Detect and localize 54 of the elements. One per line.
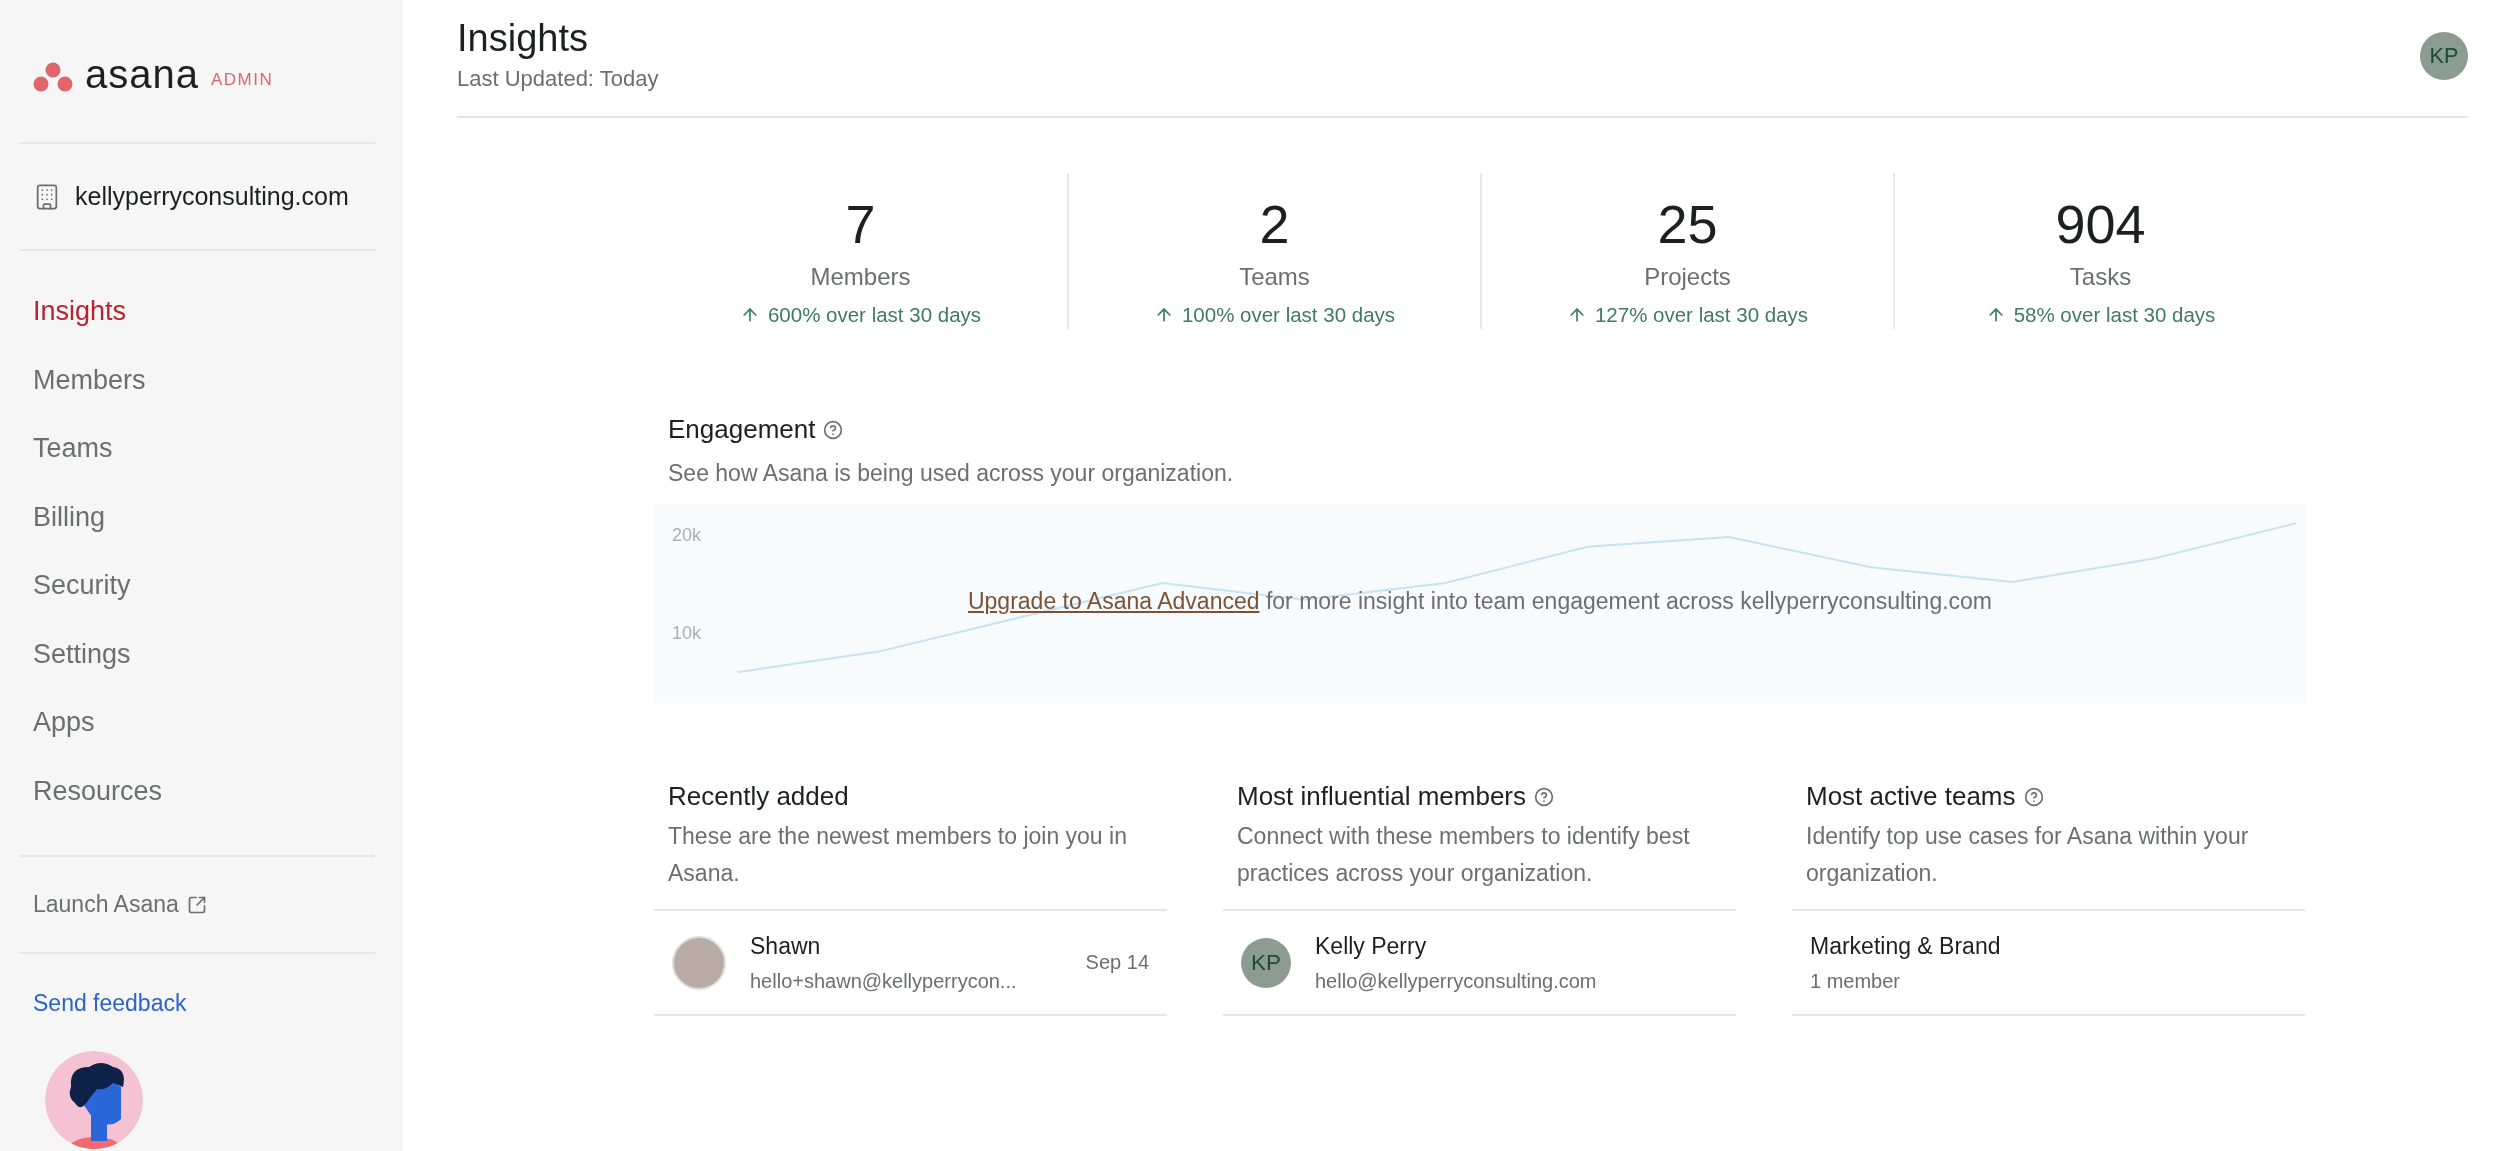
upgrade-message: Upgrade to Asana Advanced for more insight into team engagement across kellyperryconsulting.com: [966, 588, 1994, 615]
section-description: Identify top use cases for Asana within your organization.: [1806, 822, 2250, 888]
external-link-icon: [186, 894, 207, 915]
avatar-photo-placeholder: [672, 935, 726, 990]
stat-value: 904: [2055, 193, 2146, 255]
row-detail: 1 member: [1810, 969, 1902, 993]
section-title: Most influential members: [1237, 781, 1526, 812]
row-name: Marketing & Brand: [1810, 932, 2002, 960]
row-name: Shawn: [750, 932, 822, 960]
row-detail: hello@kellyperryconsulting.com: [1315, 969, 1598, 993]
nav-item[interactable]: Billing: [33, 482, 106, 551]
section-title: Recently added: [668, 781, 849, 812]
nav-item[interactable]: Apps: [33, 688, 95, 757]
user-avatar[interactable]: KP: [2420, 32, 2468, 80]
stat-change: 100% over last 30 days: [1181, 303, 1396, 327]
axis-label: 20k: [672, 525, 702, 545]
stat-value: 7: [845, 193, 876, 255]
stat-value: 25: [1657, 193, 1718, 255]
logo-text: asana: [85, 56, 199, 92]
upgrade-link[interactable]: Upgrade to Asana Advanced: [967, 588, 1260, 614]
section-description: These are the newest members to join you in Asana.: [668, 822, 1128, 888]
stat-change: 58% over last 30 days: [2013, 303, 2216, 327]
stat-change: 600% over last 30 days: [767, 303, 982, 327]
last-updated-text: Last Updated: Today: [457, 66, 659, 92]
organization-name: kellyperryconsulting.com: [75, 182, 349, 211]
help-icon[interactable]: [1534, 786, 1554, 807]
nav-item[interactable]: Security: [33, 551, 131, 620]
section-description: See how Asana is being used across your organization.: [668, 459, 1235, 488]
nav-item[interactable]: Teams: [33, 414, 113, 483]
stat-label: Teams: [1239, 263, 1310, 291]
page-title: Insights: [457, 16, 589, 60]
stat-label: Tasks: [2069, 263, 2132, 291]
stat-label: Members: [810, 263, 911, 291]
user-avatar: KP: [1241, 937, 1291, 988]
row-date: Sep 14: [1085, 951, 1149, 974]
axis-label: 10k: [672, 623, 702, 643]
nav-item[interactable]: Members: [33, 345, 146, 414]
logo-icon: [33, 62, 73, 92]
admin-label: ADMIN: [211, 71, 274, 89]
nav-item[interactable]: Insights: [33, 277, 127, 346]
section-title: Most active teams: [1806, 781, 2016, 812]
section-description: Connect with these members to identify best practices across your organization.: [1237, 822, 1691, 888]
help-icon[interactable]: [2023, 786, 2044, 807]
feedback-link[interactable]: Send feedback: [33, 990, 187, 1017]
nav-item[interactable]: Resources: [33, 756, 163, 825]
stat-change: 127% over last 30 days: [1594, 303, 1809, 327]
section-title: Engagement: [668, 414, 816, 445]
help-icon[interactable]: [823, 419, 844, 440]
nav-item[interactable]: Settings: [33, 619, 131, 688]
launch-link[interactable]: Launch Asana: [19, 857, 207, 952]
row-detail: hello+shawn@kellyperrycon...: [750, 969, 1018, 993]
row-name: Kelly Perry: [1315, 932, 1428, 960]
stat-value: 2: [1259, 193, 1290, 255]
stat-label: Projects: [1644, 263, 1731, 291]
